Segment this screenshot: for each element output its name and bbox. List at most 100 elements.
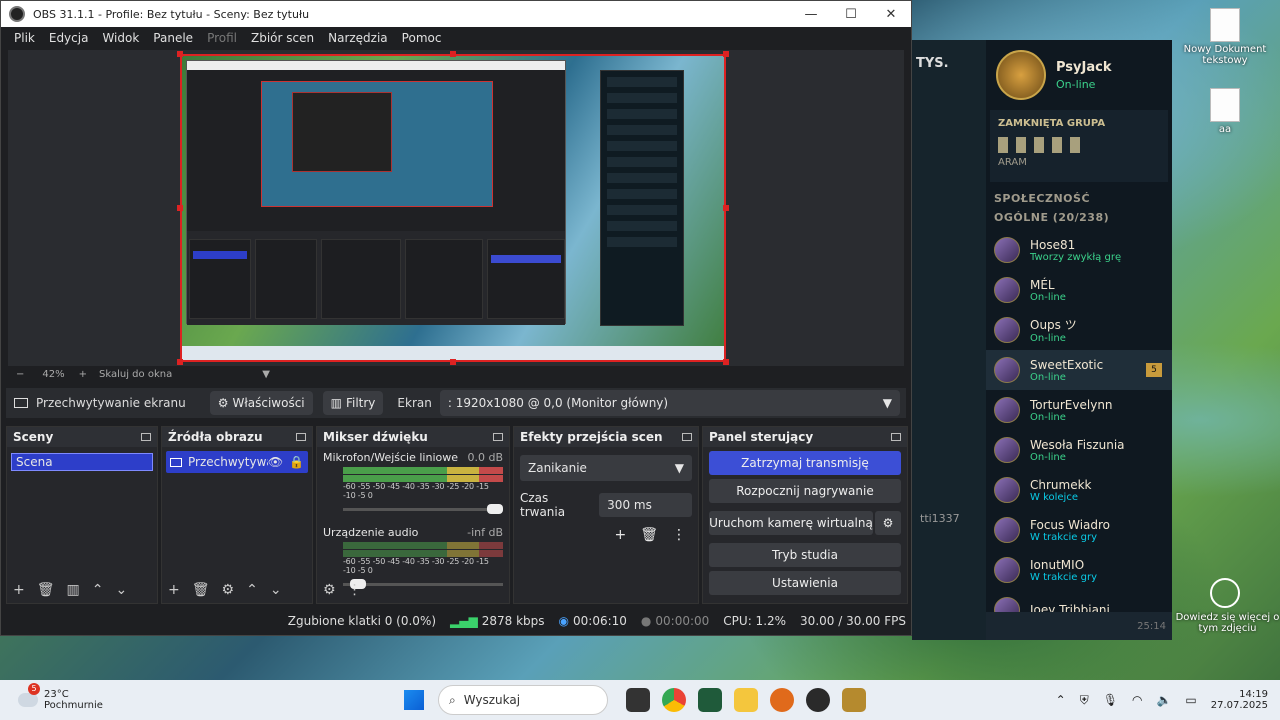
add-icon[interactable]: + [168,582,180,598]
stop-stream-button[interactable]: Zatrzymaj transmisję [709,451,901,475]
trash-icon[interactable]: 🗑 [192,582,210,598]
gear-icon[interactable]: ⚙ [222,582,235,598]
monitor-icon [170,457,182,467]
zoom-out-button[interactable]: − [16,369,24,380]
virtual-camera-button[interactable]: Uruchom kamerę wirtualną [709,511,873,535]
popout-icon[interactable] [296,433,306,441]
zoom-in-button[interactable]: + [79,369,87,380]
microphone-icon[interactable]: 🎙 [1103,693,1118,707]
wifi-icon[interactable]: ◠ [1132,693,1142,707]
popout-icon[interactable] [493,433,503,441]
friend-status: Tworzy zwykłą grę [1030,251,1122,263]
friend-item[interactable]: Oups ツ On-line [986,310,1172,350]
studio-mode-button[interactable]: Tryb studia [709,543,901,567]
friend-item[interactable]: IonutMIO W trakcie gry [986,550,1172,590]
menu-help[interactable]: Pomoc [402,31,442,45]
trash-icon[interactable]: 🗑 [37,582,55,598]
battery-icon[interactable]: ▭ [1185,693,1196,707]
date: 27.07.2025 [1210,700,1268,711]
windows-start-icon[interactable] [404,690,424,710]
learn-more-label[interactable]: Dowiedz się więcej o tym zdjęciu [1175,612,1280,634]
menu-view[interactable]: Widok [102,31,139,45]
add-icon[interactable]: + [614,527,626,543]
file-explorer-icon[interactable] [734,688,758,712]
add-icon[interactable]: + [13,582,25,598]
friend-item[interactable]: TorturEvelynn On-line [986,390,1172,430]
text-document-icon[interactable] [1210,8,1240,42]
speaker-icon[interactable]: 🔈 [1156,693,1171,707]
avatar[interactable] [996,50,1046,100]
source-item[interactable]: Przechwytywa 👁 🔒 [166,451,308,473]
volume-slider[interactable] [343,502,503,516]
user-status[interactable]: On-line [1056,78,1111,91]
arrow-down-icon[interactable]: ⌄ [115,582,127,598]
app-icon[interactable] [770,688,794,712]
weather-widget[interactable]: 5 23°C Pochmurnie [18,683,138,711]
league-client-icon[interactable] [842,688,866,712]
mixer-channel: Mikrofon/Wejście liniowe 0.0 dB -60 -55 -… [317,447,509,520]
transition-select[interactable]: Zanikanie ▼ [520,455,692,481]
text-document-icon[interactable] [1210,88,1240,122]
task-view-icon[interactable] [626,688,650,712]
more-icon[interactable]: ⋮ [672,527,686,543]
friend-item[interactable]: Chrumekk W kolejce [986,470,1172,510]
friend-item[interactable]: Hose81 Tworzy zwykłą grę [986,230,1172,270]
gear-icon[interactable]: ⚙ [323,582,336,598]
menu-edit[interactable]: Edycja [49,31,89,45]
preview-area[interactable] [8,50,904,366]
screen-select[interactable]: : 1920x1080 @ 0,0 (Monitor główny) ▼ [439,390,900,416]
close-icon[interactable]: ✕ [871,7,911,22]
chevron-up-icon[interactable]: ⌃ [1056,693,1066,707]
mixer-dock: Mikser dźwięku Mikrofon/Wejście liniowe 0… [316,426,510,604]
menu-tools[interactable]: Narzędzia [328,31,388,45]
social-header: SPOŁECZNOŚĆ [994,192,1091,205]
arrow-up-icon[interactable]: ⌃ [92,582,104,598]
fit-to-window[interactable]: Skaluj do okna [99,369,172,380]
friend-item[interactable]: Wesoła Fiszunia On-line [986,430,1172,470]
eye-icon[interactable]: 👁 [268,455,283,469]
friends-folder[interactable]: OGÓLNE (20/238) [986,211,1172,230]
menu-profile[interactable]: Profil [207,31,237,45]
search-placeholder: Wyszukaj [463,693,521,707]
filter-icon[interactable]: ▥ [67,582,80,598]
app-icon[interactable] [698,688,722,712]
menu-scene-collection[interactable]: Zbiór scen [251,31,314,45]
start-recording-button[interactable]: Rozpocznij nagrywanie [709,479,901,503]
popout-icon[interactable] [891,433,901,441]
menu-docks[interactable]: Panele [153,31,193,45]
clock[interactable]: 14:19 27.07.2025 [1211,689,1268,711]
search-box[interactable]: ⌕ Wyszukaj [438,685,608,715]
friend-avatar [994,277,1020,303]
trash-icon[interactable]: 🗑 [640,527,658,543]
shield-icon[interactable]: ⛨ [1080,693,1089,708]
settings-button[interactable]: Ustawienia [709,571,901,595]
menu-bar: Plik Edycja Widok Panele Profil Zbiór sc… [1,27,911,49]
obs-icon[interactable] [806,688,830,712]
menu-file[interactable]: Plik [14,31,35,45]
more-icon[interactable]: ⋮ [348,582,362,598]
friend-item[interactable]: Focus Wiadro W trakcie gry [986,510,1172,550]
filters-button[interactable]: ▥ Filtry [322,391,384,415]
minimize-icon[interactable]: — [791,7,831,22]
arrow-down-icon[interactable]: ⌄ [270,582,282,598]
properties-button[interactable]: ⚙ Właściwości [209,391,313,415]
scene-item[interactable]: Scena [11,453,153,471]
volume-meter [343,550,503,557]
chrome-icon[interactable] [662,688,686,712]
arrow-up-icon[interactable]: ⌃ [246,582,258,598]
friend-item[interactable]: MÉL On-line [986,270,1172,310]
weather-badge: 5 [28,683,40,695]
preview-canvas[interactable] [180,54,726,362]
duration-input[interactable]: 300 ms [599,493,692,517]
maximize-icon[interactable]: ☐ [831,7,871,22]
camera-icon[interactable] [1210,578,1240,608]
popout-icon[interactable] [682,433,692,441]
chevron-down-icon[interactable]: ▼ [262,369,270,380]
nested-lol-client [600,70,684,326]
popout-icon[interactable] [141,433,151,441]
gear-icon[interactable]: ⚙ [875,511,901,535]
friend-item[interactable]: SweetExotic On-line 5 [986,350,1172,390]
transitions-dock: Efekty przejścia scen Zanikanie ▼ Czas t… [513,426,699,604]
lock-icon[interactable]: 🔒 [289,455,304,469]
friend-avatar [994,477,1020,503]
